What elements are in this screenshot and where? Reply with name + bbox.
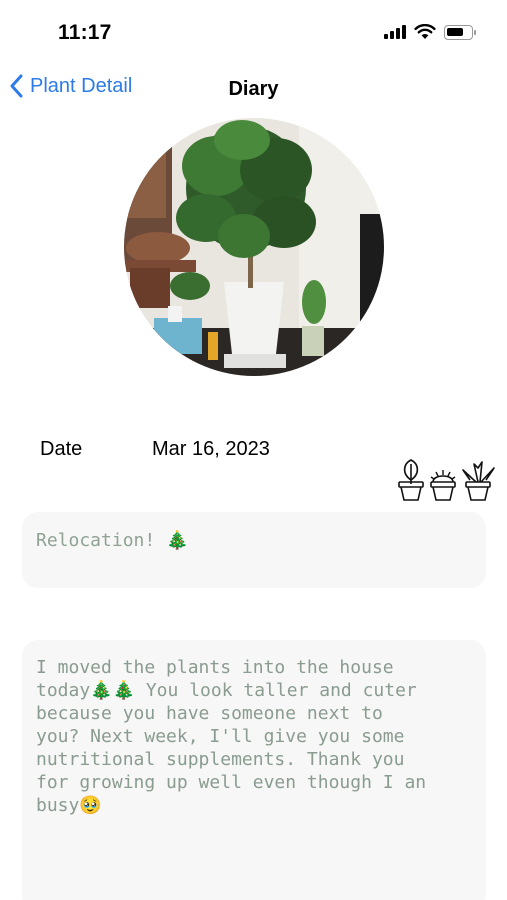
plant-icons xyxy=(396,458,496,502)
page-title: Diary xyxy=(228,78,279,100)
battery-icon xyxy=(444,24,476,40)
date-label: Date xyxy=(40,438,83,460)
status-time: 11:17 xyxy=(58,21,112,44)
sprout-pot-icon[interactable] xyxy=(396,458,426,502)
status-icons xyxy=(384,24,476,40)
entry-title-text: Relocation! 🎄 xyxy=(36,530,189,551)
entry-body-text: I moved the plants into the house today🎄… xyxy=(36,657,427,816)
cactus-pot-icon[interactable] xyxy=(428,458,458,502)
wifi-icon xyxy=(414,24,436,39)
entry-title-field[interactable]: Relocation! 🎄 xyxy=(22,512,486,588)
navigation-bar: Plant Detail Diary xyxy=(0,66,507,114)
cellular-signal-icon xyxy=(384,25,406,39)
succulent-pot-icon[interactable] xyxy=(460,458,496,502)
plant-photo[interactable] xyxy=(124,118,384,376)
date-picker[interactable]: Mar 16, 2023 xyxy=(152,438,270,461)
status-bar: 11:17 xyxy=(0,0,507,62)
entry-body-field[interactable]: I moved the plants into the house today🎄… xyxy=(22,640,486,900)
